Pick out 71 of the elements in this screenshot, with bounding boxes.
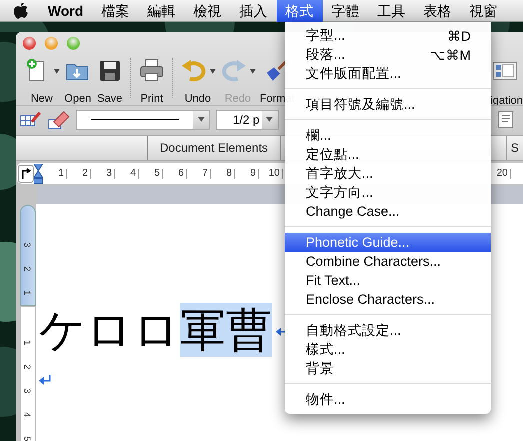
- ruler-number: 8: [211, 168, 235, 178]
- ruler-number: 2: [23, 266, 33, 272]
- menu-item[interactable]: 字體: [322, 0, 369, 22]
- caret-icon[interactable]: [54, 68, 60, 74]
- ruler-number: 7: [187, 168, 211, 178]
- toolbar-button[interactable]: Save: [94, 56, 126, 105]
- paragraph-mark-icon: [39, 375, 52, 385]
- tab-stop-icon[interactable]: [18, 164, 34, 182]
- menu-item[interactable]: Combine Characters...: [285, 252, 491, 271]
- menu-item[interactable]: 定位點...: [285, 145, 491, 164]
- ruler-number: 2: [67, 168, 91, 178]
- toolbar-button[interactable]: Undo: [178, 56, 218, 105]
- ruler-number: 4: [115, 168, 139, 178]
- ruler-number: 3: [91, 168, 115, 178]
- menu-item[interactable]: 自動格式設定...: [285, 321, 491, 340]
- ruler-number: 20: [496, 168, 511, 178]
- ruler-number: 6: [163, 168, 187, 178]
- menu-item[interactable]: 工具: [368, 0, 415, 22]
- indent-marker-icon[interactable]: [34, 164, 43, 184]
- toolbar-button[interactable]: Open: [62, 56, 94, 105]
- keyboard-shortcut: ⌘D: [447, 28, 471, 44]
- line-weight-dropdown[interactable]: 1/2 p: [216, 110, 279, 130]
- menu-item[interactable]: 樣式...: [285, 340, 491, 359]
- document-icon[interactable]: [497, 110, 515, 128]
- menu-item[interactable]: 字型... ⌘D: [285, 26, 491, 45]
- ruler-number: 1: [23, 340, 33, 346]
- ruler-number: 1: [23, 290, 33, 296]
- menu-item[interactable]: Phonetic Guide...: [285, 233, 491, 252]
- layout-icon[interactable]: [493, 62, 517, 80]
- ruler-number: 10: [259, 168, 283, 178]
- menu-item[interactable]: 文件版面配置...: [285, 64, 491, 83]
- menu-item[interactable]: 視窗: [460, 0, 507, 22]
- menu-item[interactable]: 格式: [276, 0, 323, 22]
- menu-item[interactable]: Fit Text...: [285, 271, 491, 290]
- ruler-number: 1: [43, 168, 67, 178]
- menu-item[interactable]: 欄...: [285, 126, 491, 145]
- caret-icon: [266, 117, 274, 122]
- menu-item[interactable]: 背景: [285, 359, 491, 378]
- keyboard-shortcut: ⌥⌘M: [430, 46, 471, 62]
- ruler-number: 5: [139, 168, 163, 178]
- apple-icon[interactable]: [13, 2, 29, 20]
- toolbar-button[interactable]: New: [22, 56, 62, 105]
- ruler-number: 9: [235, 168, 259, 178]
- ruler-number: 3: [23, 242, 33, 248]
- toolbar-label[interactable]: igation: [490, 95, 523, 107]
- menu-item[interactable]: 物件...: [285, 390, 491, 409]
- caret-icon[interactable]: [210, 68, 216, 74]
- toolbar-button[interactable]: Print: [136, 56, 168, 105]
- ruler-number: 5: [23, 436, 33, 441]
- menu-item[interactable]: 段落... ⌥⌘M: [285, 45, 491, 64]
- menu-item[interactable]: 檔案: [92, 0, 139, 22]
- menu-item[interactable]: 檢視: [184, 0, 231, 22]
- ribbon-tab[interactable]: S: [506, 136, 523, 160]
- app-menu[interactable]: Word: [39, 0, 93, 22]
- close-button[interactable]: [23, 36, 36, 50]
- menu-item[interactable]: 文字方向...: [285, 183, 491, 202]
- line-style-dropdown[interactable]: [76, 110, 210, 130]
- ruler-number: 4: [23, 412, 33, 418]
- menu-item[interactable]: Change Case...: [285, 202, 491, 221]
- menu-item[interactable]: 編輯: [138, 0, 185, 22]
- menu-item[interactable]: 插入: [230, 0, 277, 22]
- menu-item[interactable]: Enclose Characters...: [285, 290, 491, 309]
- ribbon-tab[interactable]: Document Elements: [148, 136, 282, 160]
- ruler-number: 3: [23, 388, 33, 394]
- caret-icon: [198, 117, 204, 122]
- draw-table-icon[interactable]: [20, 110, 42, 130]
- ruler-number: 2: [23, 364, 33, 370]
- menu-item[interactable]: 表格: [414, 0, 461, 22]
- eraser-icon[interactable]: [48, 110, 70, 130]
- menu-item[interactable]: 首字放大...: [285, 164, 491, 183]
- document-text[interactable]: ケロロ 軍曹: [39, 289, 272, 372]
